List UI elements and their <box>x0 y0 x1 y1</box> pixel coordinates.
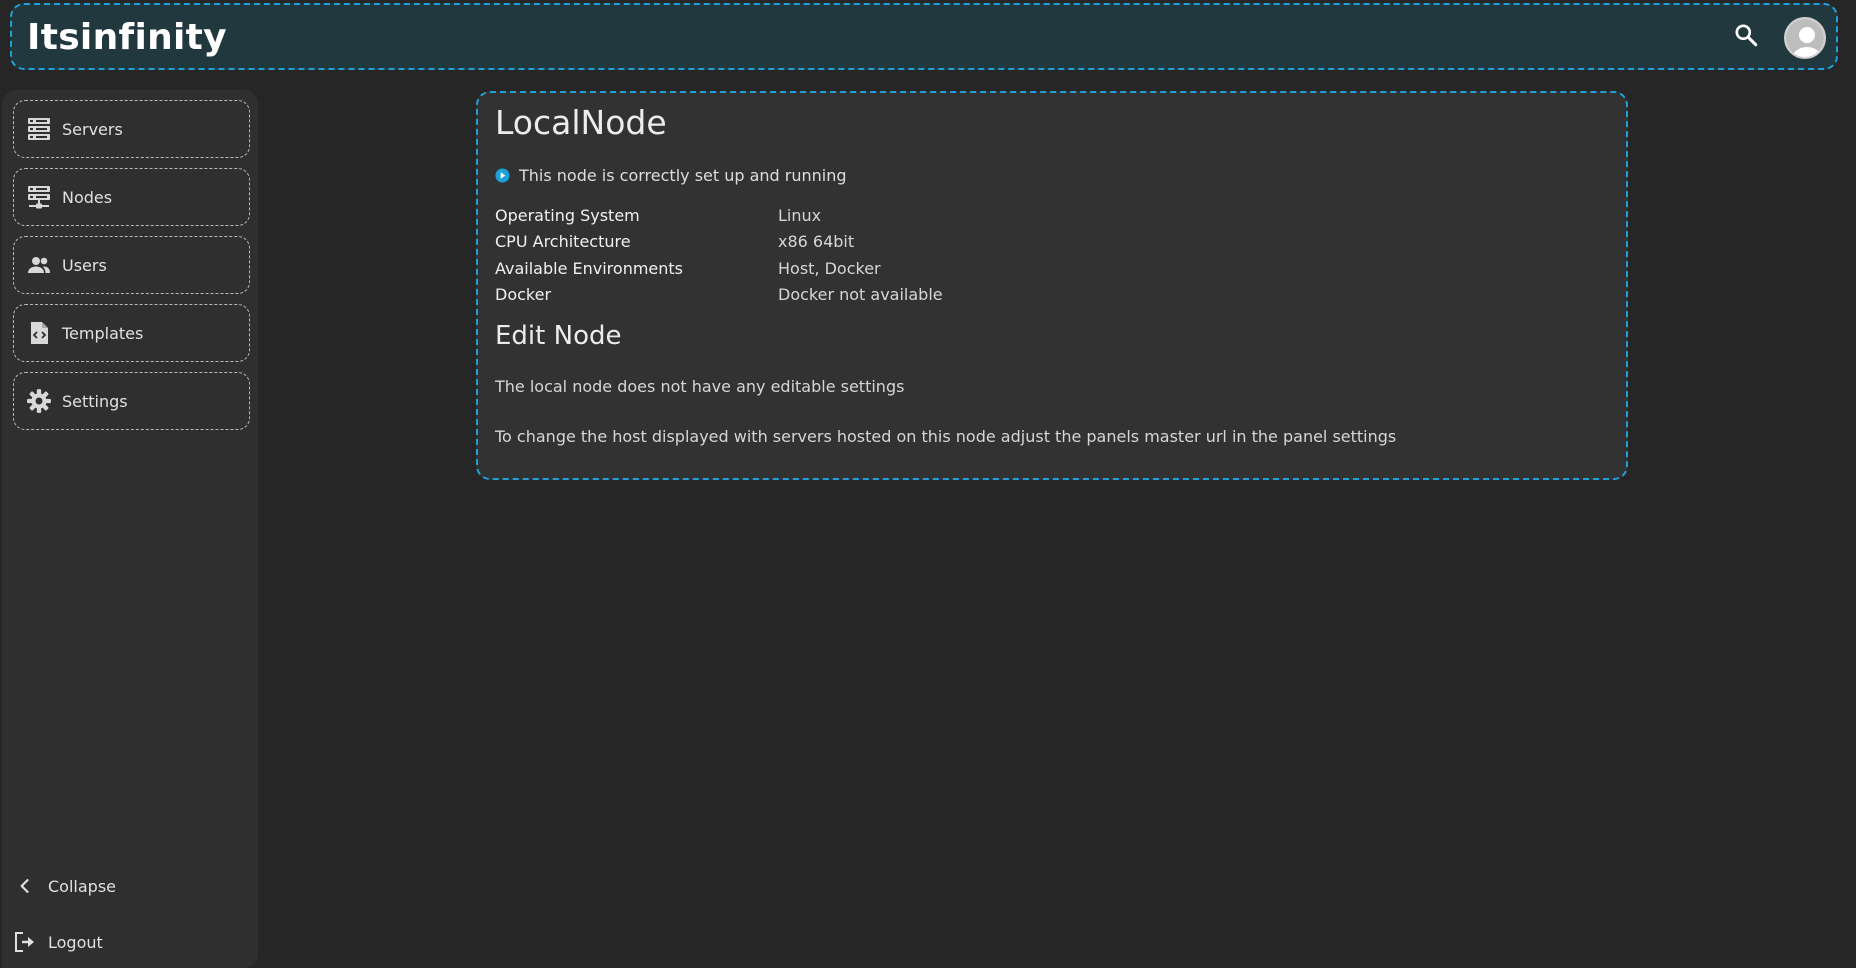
edit-node-text: The local node does not have any editabl… <box>495 377 905 396</box>
user-avatar-icon <box>1786 19 1824 57</box>
node-panel: LocalNode This node is correctly set up … <box>476 91 1628 480</box>
logout-button[interactable]: Logout <box>12 927 103 957</box>
sidebar-item-users[interactable]: Users <box>13 236 250 294</box>
edit-node-heading: Edit Node <box>495 321 622 351</box>
search-button[interactable] <box>1730 21 1762 53</box>
sidebar: Servers Nodes Users Templates Settings C… <box>2 90 258 968</box>
page-title: LocalNode <box>495 103 667 142</box>
info-key: Available Environments <box>495 259 684 278</box>
collapse-label: Collapse <box>48 876 116 896</box>
sidebar-item-servers[interactable]: Servers <box>13 100 250 158</box>
info-value: x86 64bit <box>778 232 855 251</box>
servers-icon <box>26 116 52 142</box>
logout-label: Logout <box>48 932 103 952</box>
sidebar-item-label: Users <box>62 255 107 275</box>
info-value: Linux <box>778 206 822 225</box>
gear-icon <box>26 388 52 414</box>
edit-node-hint: To change the host displayed with server… <box>495 427 1397 446</box>
sidebar-item-templates[interactable]: Templates <box>13 304 250 362</box>
status-text: This node is correctly set up and runnin… <box>519 166 847 185</box>
brand-logo[interactable]: Itsinfinity <box>27 17 227 58</box>
sidebar-item-label: Templates <box>62 323 144 343</box>
sidebar-item-nodes[interactable]: Nodes <box>13 168 250 226</box>
info-value: Docker not available <box>778 285 943 304</box>
top-bar: Itsinfinity <box>10 3 1838 70</box>
search-icon <box>1733 22 1759 52</box>
sidebar-item-label: Servers <box>62 119 123 139</box>
templates-icon <box>26 320 52 346</box>
nodes-icon <box>26 184 52 210</box>
chevron-left-icon <box>12 873 38 899</box>
sidebar-item-settings[interactable]: Settings <box>13 372 250 430</box>
sidebar-item-label: Settings <box>62 391 128 411</box>
user-avatar[interactable] <box>1784 17 1826 59</box>
info-value: Host, Docker <box>778 259 881 278</box>
collapse-button[interactable]: Collapse <box>12 871 116 901</box>
info-key: Operating System <box>495 206 640 225</box>
info-key: CPU Architecture <box>495 232 631 251</box>
info-key: Docker <box>495 285 552 304</box>
users-icon <box>26 252 52 278</box>
logout-icon <box>12 929 38 955</box>
status-running-icon <box>495 168 510 183</box>
sidebar-item-label: Nodes <box>62 187 113 207</box>
node-status: This node is correctly set up and runnin… <box>495 166 847 185</box>
